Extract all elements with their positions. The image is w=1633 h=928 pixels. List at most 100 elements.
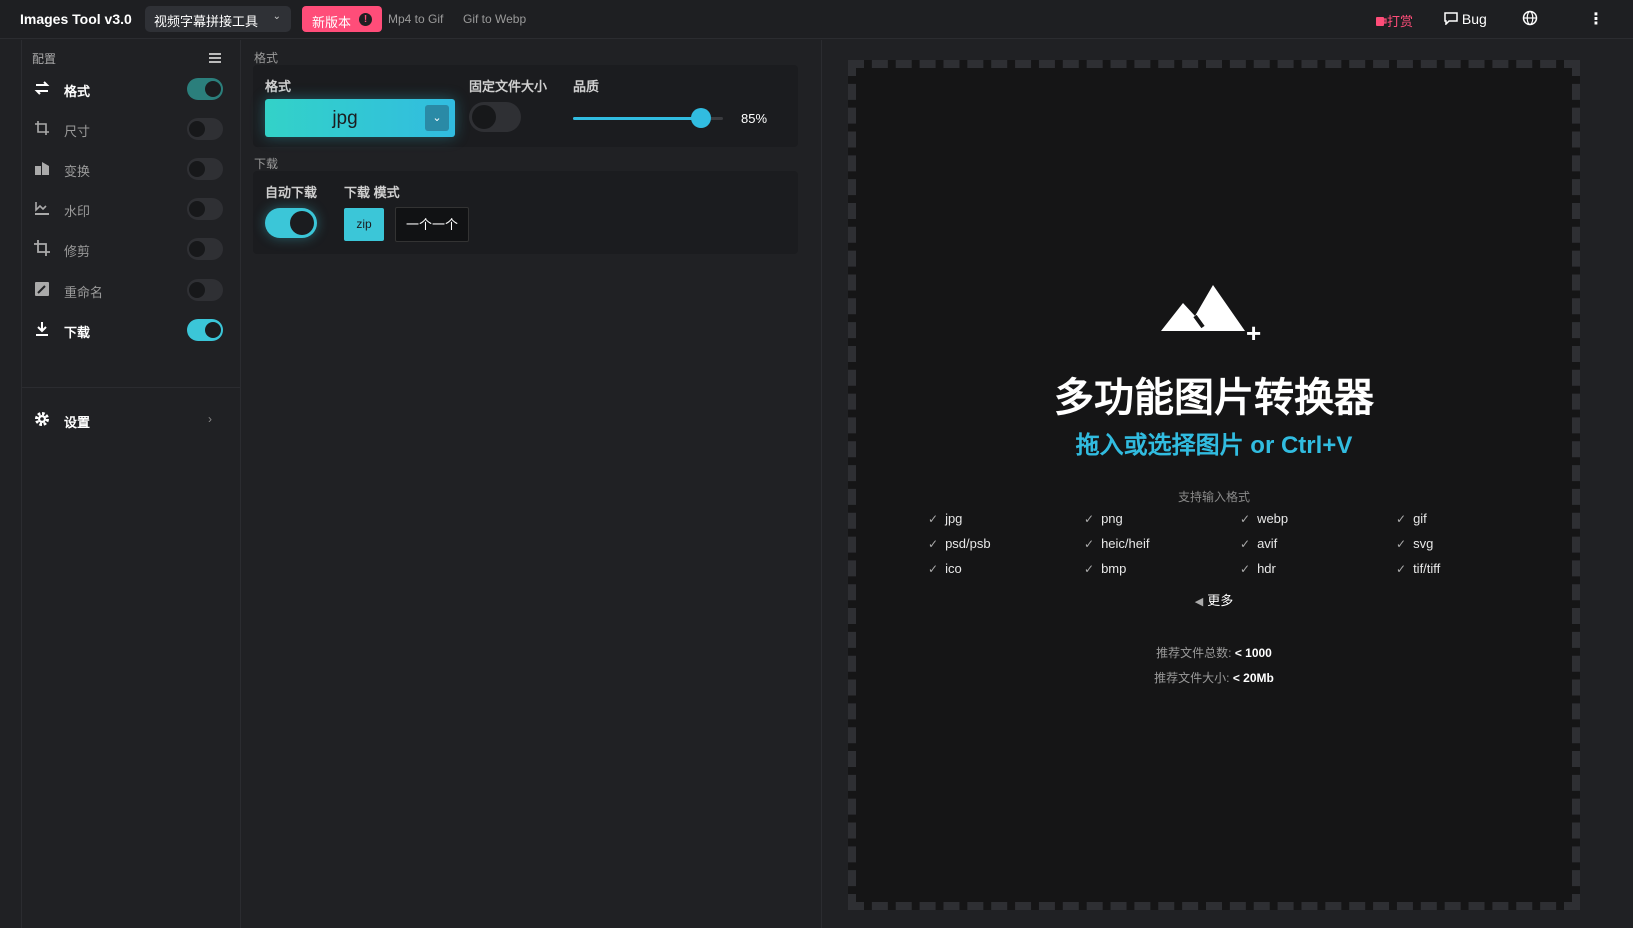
- donate-button[interactable]: 打赏: [1375, 11, 1413, 30]
- sidebar-item-watermark[interactable]: 水印: [22, 192, 240, 226]
- download-section-title: 下载: [254, 157, 279, 171]
- recommended-size: 推荐文件大小: < 20Mb: [856, 669, 1572, 686]
- transform-icon: [35, 162, 49, 175]
- format-name: png: [1101, 511, 1123, 526]
- format-select-value: jpg: [332, 108, 358, 129]
- auto-download-toggle[interactable]: [265, 208, 317, 238]
- language-button[interactable]: [1522, 10, 1538, 29]
- rec-size-value: < 20Mb: [1232, 671, 1274, 685]
- format-list-item: ✓ psd/psb: [928, 536, 991, 551]
- dropzone-title: 多功能图片转换器: [1054, 376, 1374, 420]
- transform-toggle[interactable]: [187, 158, 223, 180]
- format-name: bmp: [1101, 561, 1127, 576]
- image-dropzone[interactable]: + 多功能图片转换器 拖入或选择图片 or Ctrl+V 支持输入格式 ✓ jpg…: [848, 60, 1580, 910]
- config-panel: 格式 格式 jpg ⌄ 固定文件大小 品质 85% 下载 自动下载 下载 模式 …: [242, 40, 822, 928]
- sidebar-item-crop[interactable]: 修剪: [22, 232, 240, 266]
- bug-report-button[interactable]: Bug: [1444, 11, 1487, 27]
- download-toggle[interactable]: [187, 319, 223, 341]
- sidebar-item-download[interactable]: 下载: [22, 313, 240, 347]
- check-icon: ✓: [1084, 537, 1095, 551]
- sidebar: 配置 格式 尺寸 变换 水印 修剪 重命名 下载 设置 ›: [21, 40, 241, 928]
- format-list-item: ✓ ico: [928, 561, 962, 576]
- nav-link-gif-to-webp[interactable]: Gif to Webp: [463, 12, 526, 26]
- quality-label: 品质: [573, 79, 600, 94]
- chevron-right-icon: ›: [208, 412, 212, 426]
- new-version-button[interactable]: 新版本 !: [302, 6, 382, 32]
- format-name: psd/psb: [945, 536, 991, 551]
- coffee-icon: [1376, 17, 1387, 26]
- menu-icon[interactable]: [209, 53, 221, 65]
- quality-slider[interactable]: [573, 108, 723, 128]
- format-list-item: ✓ tif/tiff: [1396, 561, 1440, 576]
- check-icon: ✓: [928, 562, 939, 576]
- quality-slider-fill: [573, 117, 701, 120]
- tool-select-label: 视频字幕拼接工具: [154, 14, 259, 29]
- rec-size-label: 推荐文件大小:: [1154, 671, 1230, 685]
- quality-value: 85%: [741, 111, 768, 126]
- check-icon: ✓: [928, 512, 939, 526]
- sidebar-item-size[interactable]: 尺寸: [22, 112, 240, 146]
- format-name: svg: [1413, 536, 1434, 551]
- comment-icon: [1444, 12, 1458, 26]
- sidebar-item-label: 设置: [64, 415, 91, 430]
- tag-icon: ◀: [1194, 596, 1204, 608]
- format-card: 格式 jpg ⌄ 固定文件大小 品质 85%: [253, 65, 798, 147]
- check-icon: ✓: [1084, 512, 1095, 526]
- sidebar-item-label: 修剪: [64, 244, 91, 259]
- more-options-icon[interactable]: ⋮: [1588, 9, 1604, 29]
- size-toggle[interactable]: [187, 118, 223, 140]
- check-icon: ✓: [1240, 512, 1251, 526]
- donate-label: 打赏: [1387, 14, 1414, 29]
- gear-icon: [35, 412, 49, 426]
- sidebar-item-transform[interactable]: 变换: [22, 152, 240, 186]
- new-version-label: 新版本: [312, 15, 352, 30]
- check-icon: ✓: [1396, 562, 1407, 576]
- sidebar-item-rename[interactable]: 重命名: [22, 273, 240, 307]
- sidebar-item-format[interactable]: 格式: [22, 72, 240, 106]
- more-formats-button[interactable]: ◀ 更多: [856, 590, 1572, 609]
- check-icon: ✓: [1396, 512, 1407, 526]
- format-name: ico: [945, 561, 962, 576]
- sidebar-title: 配置: [32, 52, 57, 66]
- format-list-item: ✓ avif: [1240, 536, 1277, 551]
- format-name: jpg: [945, 511, 963, 526]
- globe-icon: [1522, 10, 1538, 26]
- format-toggle[interactable]: [187, 78, 223, 100]
- sidebar-item-settings[interactable]: 设置 ›: [22, 403, 240, 437]
- rename-toggle[interactable]: [187, 279, 223, 301]
- download-icon: [36, 322, 48, 336]
- format-name: gif: [1413, 511, 1427, 526]
- format-list-item: ✓ gif: [1396, 511, 1427, 526]
- check-icon: ✓: [1240, 562, 1251, 576]
- format-list-item: ✓ bmp: [1084, 561, 1126, 576]
- mode-zip-button[interactable]: zip: [344, 208, 384, 241]
- watermark-toggle[interactable]: [187, 198, 223, 220]
- check-icon: ✓: [1240, 537, 1251, 551]
- chevron-down-icon: ⌄: [272, 11, 281, 22]
- check-icon: ✓: [928, 537, 939, 551]
- format-list-item: ✓ heic/heif: [1084, 536, 1149, 551]
- chevron-down-icon: ⌄: [425, 105, 449, 131]
- format-name: hdr: [1257, 561, 1276, 576]
- bug-label: Bug: [1461, 11, 1487, 27]
- format-select[interactable]: jpg ⌄: [265, 99, 455, 137]
- rename-icon: [35, 282, 49, 296]
- resize-icon: [35, 121, 49, 135]
- nav-link-mp4-to-gif[interactable]: Mp4 to Gif: [388, 12, 443, 26]
- crop-toggle[interactable]: [187, 238, 223, 260]
- quality-slider-handle[interactable]: [690, 108, 711, 128]
- fixed-size-label: 固定文件大小: [469, 79, 548, 94]
- format-label: 格式: [265, 79, 292, 94]
- swap-icon: [34, 81, 50, 95]
- mountain-image-icon: [1161, 285, 1245, 331]
- crop-icon: [34, 240, 50, 256]
- alert-icon: !: [359, 13, 372, 26]
- mode-one-by-one-button[interactable]: 一个一个: [395, 207, 469, 242]
- add-icon: +: [1246, 318, 1262, 348]
- sidebar-item-label: 变换: [64, 164, 91, 179]
- format-section-title: 格式: [254, 51, 279, 65]
- tool-select-dropdown[interactable]: 视频字幕拼接工具 ⌄: [145, 6, 291, 32]
- sidebar-item-label: 重命名: [64, 285, 104, 300]
- fixed-size-toggle[interactable]: [469, 102, 521, 132]
- check-icon: ✓: [1084, 562, 1095, 576]
